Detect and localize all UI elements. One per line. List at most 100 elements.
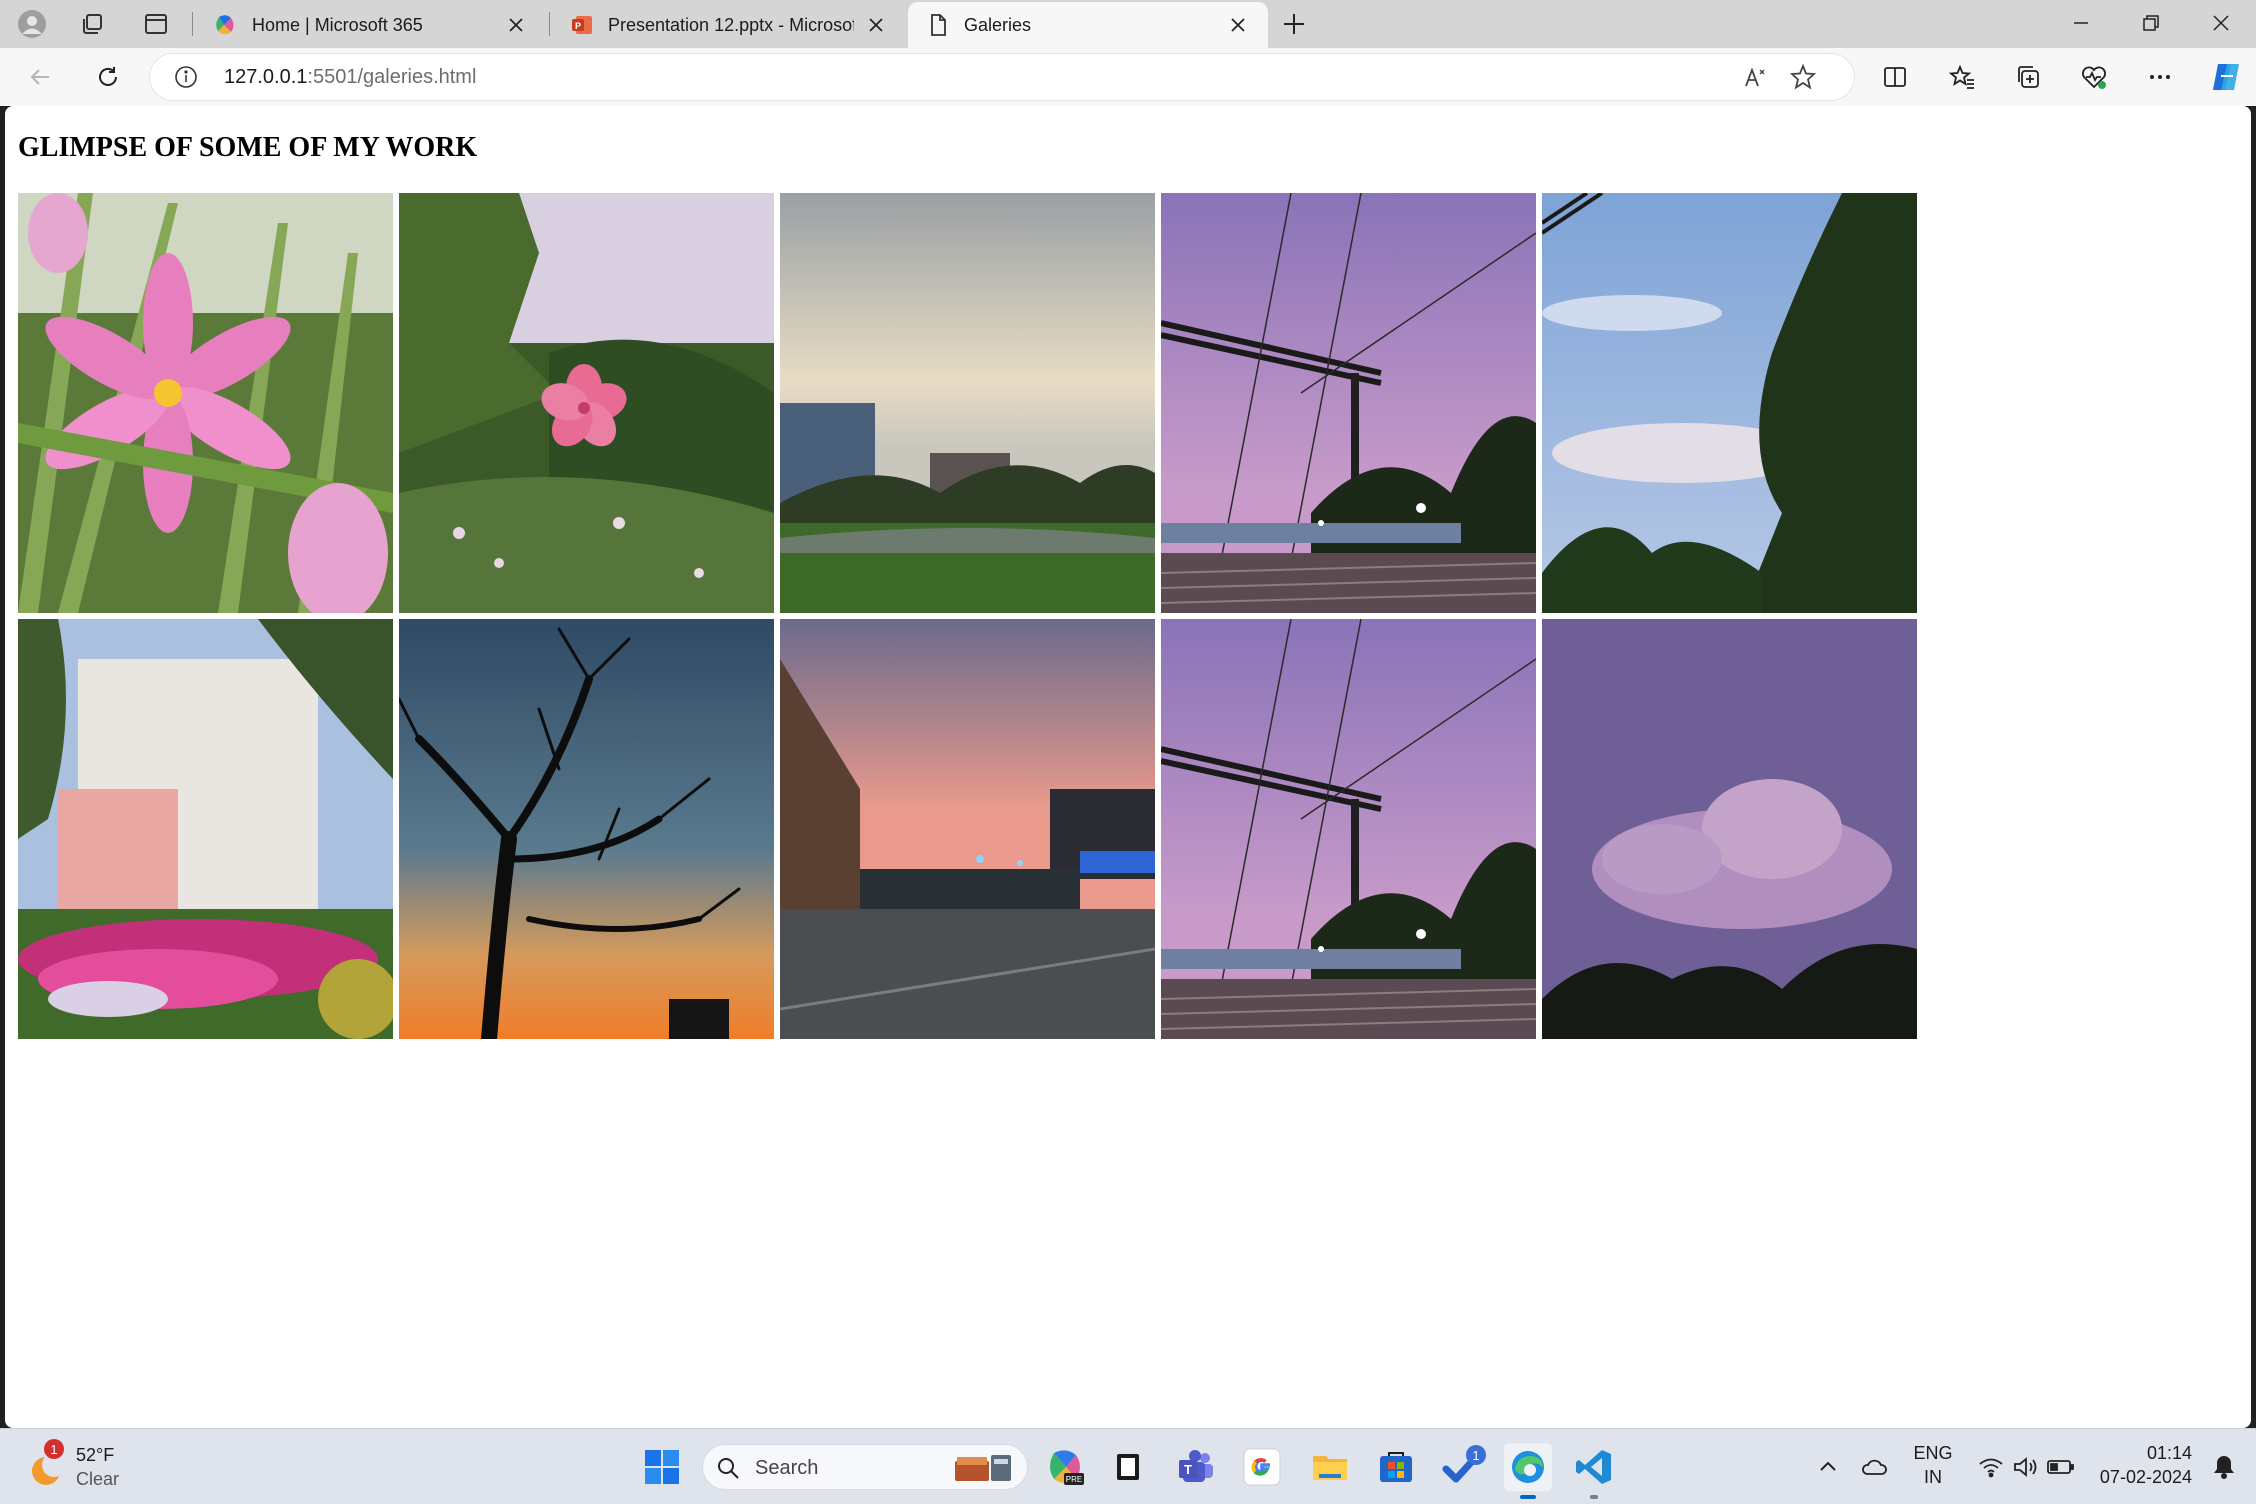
copilot-preview-icon: PRE [1050,1450,1084,1485]
start-button[interactable] [638,1443,686,1491]
taskbar-copilot-pre[interactable]: PRE [1042,1443,1090,1491]
url-path: :5501/galeries.html [307,66,477,88]
tab-separator [549,12,550,36]
workspaces-button[interactable] [68,6,116,42]
search-label: Search [755,1457,819,1479]
gallery-photo [18,193,393,613]
back-button[interactable] [20,57,60,97]
close-icon [509,18,523,32]
language-code: ENG [1913,1443,1953,1463]
taskbar-task-view[interactable] [1104,1443,1152,1491]
building-flowers-photo [18,619,393,1039]
web-content: GLIMPSE OF SOME OF MY WORK [5,106,2251,1428]
browser-toolbar: 127.0.0.1:5501/galeries.html [0,48,2256,106]
taskbar-search[interactable]: Search [702,1444,1028,1490]
teams-icon: T [1179,1450,1213,1482]
vscode-icon [1576,1450,1611,1484]
gallery-photo [1161,619,1536,1039]
quick-settings[interactable] [1970,1443,2090,1491]
store-icon [1380,1452,1412,1482]
show-hidden-icons-button[interactable] [1804,1443,1852,1491]
search-icon [718,1458,739,1479]
page-icon [931,14,946,36]
tree-silhouette-photo [399,619,774,1039]
tab-actions-button[interactable] [132,6,180,42]
gallery-photo [1161,193,1536,613]
onedrive-cloud-icon [1862,1459,1887,1475]
notifications-button[interactable] [2200,1443,2248,1491]
split-screen-icon [1884,67,1906,87]
browser-essentials-button[interactable] [2074,57,2114,97]
close-window-button[interactable] [2188,0,2254,46]
taskbar-vscode[interactable] [1570,1443,1618,1499]
weather-badge: 1 [44,1439,64,1459]
powerpoint-icon: P [572,16,592,34]
profile-button[interactable] [8,6,56,42]
gallery-photo [1542,193,1917,613]
taskbar-teams[interactable]: T [1172,1443,1220,1491]
url-host: 127.0.0.1 [224,66,308,88]
copilot-button[interactable] [2206,57,2246,97]
copilot-m365-icon [216,15,234,35]
favorites-button[interactable] [1942,57,1982,97]
plus-icon [1284,14,1304,34]
taskbar-edge[interactable] [1504,1443,1552,1499]
tab-label: Home | Microsoft 365 [252,14,423,35]
chevron-up-icon [1820,1461,1836,1471]
todo-badge: 1 [1466,1445,1486,1465]
address-bar[interactable]: 127.0.0.1:5501/galeries.html [150,54,1854,100]
taskbar-store[interactable] [1372,1443,1420,1491]
tab-strip: Home | Microsoft 365 P Presentation 12.p… [0,0,2256,48]
svg-text:P: P [575,21,581,31]
railway-dusk-photo [1161,193,1536,613]
hibiscus-photo [399,193,774,613]
language-indicator[interactable]: ENG IN [1908,1439,1958,1495]
close-tab-button[interactable] [864,13,888,37]
gallery-photo [18,619,393,1039]
onedrive-button[interactable] [1850,1443,1898,1491]
read-aloud-icon[interactable] [1742,64,1770,92]
tab-galeries[interactable]: Galeries [908,2,1268,48]
minimize-icon [2074,22,2088,24]
weather-condition: Clear [76,1469,120,1489]
clock-time: 01:14 [2146,1443,2192,1463]
clock[interactable]: 01:14 07-02-2024 [2090,1439,2200,1495]
minimize-button[interactable] [2048,0,2114,46]
tab-label: Presentation 12.pptx - Microsoft [608,14,854,35]
folder-icon [1313,1456,1347,1480]
battery-icon [2047,1460,2074,1474]
running-app-indicator [1590,1495,1598,1499]
close-tab-button[interactable] [1226,13,1250,37]
info-icon[interactable] [174,65,198,89]
clock-date: 07-02-2024 [2099,1467,2192,1487]
gallery-photo [1542,619,1917,1039]
weather-temp: 52°F [76,1445,115,1465]
new-tab-button[interactable] [1270,6,1318,42]
weather-widget[interactable]: 1 52°F Clear [26,1439,136,1495]
tab-presentation[interactable]: P Presentation 12.pptx - Microsoft [552,2,906,48]
profile-icon [18,10,46,38]
favorite-star-icon[interactable] [1790,64,1816,90]
settings-and-more-button[interactable] [2140,57,2180,97]
active-app-indicator [1520,1495,1536,1499]
windows-logo-icon [645,1450,679,1484]
vertical-tabs-icon [145,14,167,34]
heart-pulse-icon [2082,66,2106,89]
taskbar-todo[interactable]: 1 [1438,1443,1486,1491]
tab-home-m365[interactable]: Home | Microsoft 365 [196,2,546,48]
bell-icon [2214,1456,2234,1479]
railway-dusk-photo [1161,619,1536,1039]
page-heading: GLIMPSE OF SOME OF MY WORK [18,132,478,163]
windows-taskbar: 1 52°F Clear Search PRE T 1 ENG IN 01:14… [0,1428,2256,1504]
svg-text:T: T [1184,1462,1192,1477]
taskbar-file-explorer[interactable] [1306,1443,1354,1491]
favorites-list-icon [1949,64,1974,89]
street-sunset-photo [780,619,1155,1039]
restore-button[interactable] [2118,0,2184,46]
taskbar-google[interactable] [1238,1443,1286,1491]
collections-button[interactable] [2008,57,2048,97]
close-tab-button[interactable] [504,13,528,37]
split-screen-button[interactable] [1875,57,1915,97]
region-code: IN [1924,1467,1942,1487]
refresh-button[interactable] [88,57,128,97]
